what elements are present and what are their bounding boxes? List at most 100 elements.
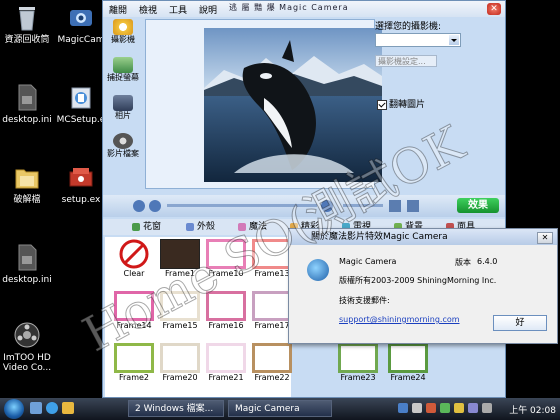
- tray-app-icon[interactable]: [468, 403, 478, 413]
- sidebar-item-label: 攝影機: [111, 35, 135, 44]
- desktop-icon-recycle-bin[interactable]: 資源回收筒: [0, 2, 56, 45]
- taskbar: 2 Windows 檔案... Magic Camera 上午 02:08: [0, 398, 560, 420]
- effects-button[interactable]: 效果: [457, 198, 499, 213]
- tab-shell[interactable]: 外殼: [185, 221, 215, 234]
- frame-item[interactable]: Frame16: [203, 291, 249, 331]
- desktop-icon-label: 資源回收筒: [4, 35, 50, 45]
- magiccamera-icon: [66, 2, 96, 32]
- camera-icon: [113, 19, 133, 35]
- tray-app-icon[interactable]: [482, 403, 492, 413]
- close-icon: ✕: [490, 4, 498, 14]
- volume-slider[interactable]: [343, 204, 383, 207]
- frame-label: Frame10: [208, 269, 244, 278]
- frame-item[interactable]: Frame10: [203, 239, 249, 279]
- desktop-icon-crack-folder[interactable]: 破解檔: [0, 162, 56, 205]
- flip-image-label: 翻轉圖片: [389, 100, 426, 110]
- sidebar-item-screen-capture[interactable]: 捕捉螢幕: [105, 57, 141, 95]
- photo-icon: [113, 95, 133, 111]
- frame-item[interactable]: Frame2: [111, 343, 157, 383]
- frame-item[interactable]: Frame23: [335, 343, 381, 383]
- sidebar-item-video-file[interactable]: 影片檔案: [105, 133, 141, 171]
- sidebar: 攝影機 捕捉螢幕 相片 影片檔案: [105, 19, 141, 189]
- support-label: 技術支援郵件:: [339, 296, 390, 305]
- frame-label: Frame1: [164, 269, 195, 278]
- snapshot-icon[interactable]: [389, 200, 401, 212]
- setup-icon: [66, 82, 96, 112]
- product-name: Magic Camera: [339, 257, 397, 266]
- taskbar-button-magic-camera[interactable]: Magic Camera: [228, 400, 332, 417]
- dialog-title: 關於魔法影片特效Magic Camera: [311, 232, 448, 242]
- start-button[interactable]: [4, 399, 24, 419]
- monitor-icon: [113, 57, 133, 73]
- frame-item[interactable]: Frame1: [157, 239, 203, 279]
- desktop-icon-label: ImTOO HD Video Co...: [2, 353, 52, 373]
- frame-item[interactable]: Frame24: [385, 343, 431, 383]
- record-icon[interactable]: [321, 200, 333, 212]
- show-desktop-icon[interactable]: [30, 402, 42, 414]
- camera-select[interactable]: [375, 33, 461, 47]
- frame-item[interactable]: Clear: [111, 239, 157, 279]
- frame-item[interactable]: Frame20: [157, 343, 203, 383]
- menu-help[interactable]: 說明: [193, 1, 223, 16]
- camera-preview: [145, 19, 382, 189]
- tray-app-icon[interactable]: [426, 403, 436, 413]
- camera-settings-button[interactable]: 攝影機設定...: [375, 55, 437, 67]
- menu-exit[interactable]: 離開: [103, 1, 133, 16]
- desktop-icon-imtoo[interactable]: ImTOO HD Video Co...: [0, 320, 56, 373]
- tray-volume-icon[interactable]: [412, 403, 422, 413]
- copyright-text: 版權所有2003-2009 ShiningMorning Inc.: [339, 276, 497, 285]
- folder-quicklaunch-icon[interactable]: [62, 402, 74, 414]
- tab-frames[interactable]: 花窗: [131, 221, 161, 234]
- frame-thumbnail: [206, 343, 246, 373]
- desktop-icon-label: 破解檔: [13, 195, 41, 205]
- frame-item[interactable]: Frame14: [111, 291, 157, 331]
- checkbox-checked-icon: [377, 99, 387, 110]
- tray-network-icon[interactable]: [398, 403, 408, 413]
- play-icon[interactable]: [133, 200, 145, 212]
- desktop-icon-desktop-ini[interactable]: desktop.ini: [0, 82, 56, 125]
- frame-label: Frame2: [118, 373, 149, 382]
- tray-app-icon[interactable]: [440, 403, 450, 413]
- frame-thumbnail: [114, 343, 154, 373]
- menu-tools[interactable]: 工具: [163, 1, 193, 16]
- orca-photo: [204, 28, 382, 182]
- frame-item[interactable]: Frame21: [203, 343, 249, 383]
- frame-label: Frame21: [208, 373, 244, 382]
- frame-item[interactable]: Frame22: [249, 343, 295, 383]
- sidebar-item-label: 影片檔案: [107, 149, 139, 158]
- frame-thumbnail: [338, 343, 378, 373]
- close-button[interactable]: ✕: [487, 3, 501, 15]
- about-dialog: 關於魔法影片特效Magic Camera ✕ Magic Camera 版本 6…: [288, 228, 558, 344]
- frame-thumbnail: [252, 343, 292, 373]
- tray-app-icon[interactable]: [454, 403, 464, 413]
- stop-icon[interactable]: [149, 200, 161, 212]
- ok-button[interactable]: 好: [493, 315, 547, 331]
- progress-slider[interactable]: [167, 204, 317, 207]
- taskbar-button-windows-explorer[interactable]: 2 Windows 檔案...: [128, 400, 224, 417]
- frame-thumbnail: [160, 239, 200, 269]
- tab-magic[interactable]: 魔法: [237, 221, 267, 234]
- flip-image-checkbox[interactable]: 翻轉圖片: [377, 97, 425, 110]
- dialog-close-button[interactable]: ✕: [537, 232, 553, 244]
- recycle-bin-icon: [12, 2, 42, 32]
- frame-label: Frame14: [116, 321, 152, 330]
- frame-label: Frame22: [254, 373, 290, 382]
- desktop-icon-desktop-ini-2[interactable]: desktop.ini: [0, 242, 56, 285]
- frame-thumbnail: [252, 291, 292, 321]
- window-title: 逃 屬 豔 爆 Magic Camera: [229, 3, 349, 12]
- clock[interactable]: 上午 02:08: [509, 403, 556, 416]
- sidebar-item-camera[interactable]: 攝影機: [105, 19, 141, 57]
- support-email-link[interactable]: support@shiningmorning.com: [339, 315, 460, 324]
- frame-label: Frame20: [162, 373, 198, 382]
- sidebar-item-photo[interactable]: 相片: [105, 95, 141, 133]
- menu-view[interactable]: 檢視: [133, 1, 163, 16]
- frame-label: Frame15: [162, 321, 198, 330]
- ie-icon[interactable]: [46, 402, 58, 414]
- desktop-icon-label: desktop.ini: [2, 115, 52, 125]
- ini-file-icon: [12, 242, 42, 272]
- video-record-icon[interactable]: [407, 200, 419, 212]
- ini-file-icon: [12, 82, 42, 112]
- frame-item[interactable]: Frame15: [157, 291, 203, 331]
- tab-icon: [132, 223, 140, 231]
- tab-icon: [238, 223, 246, 231]
